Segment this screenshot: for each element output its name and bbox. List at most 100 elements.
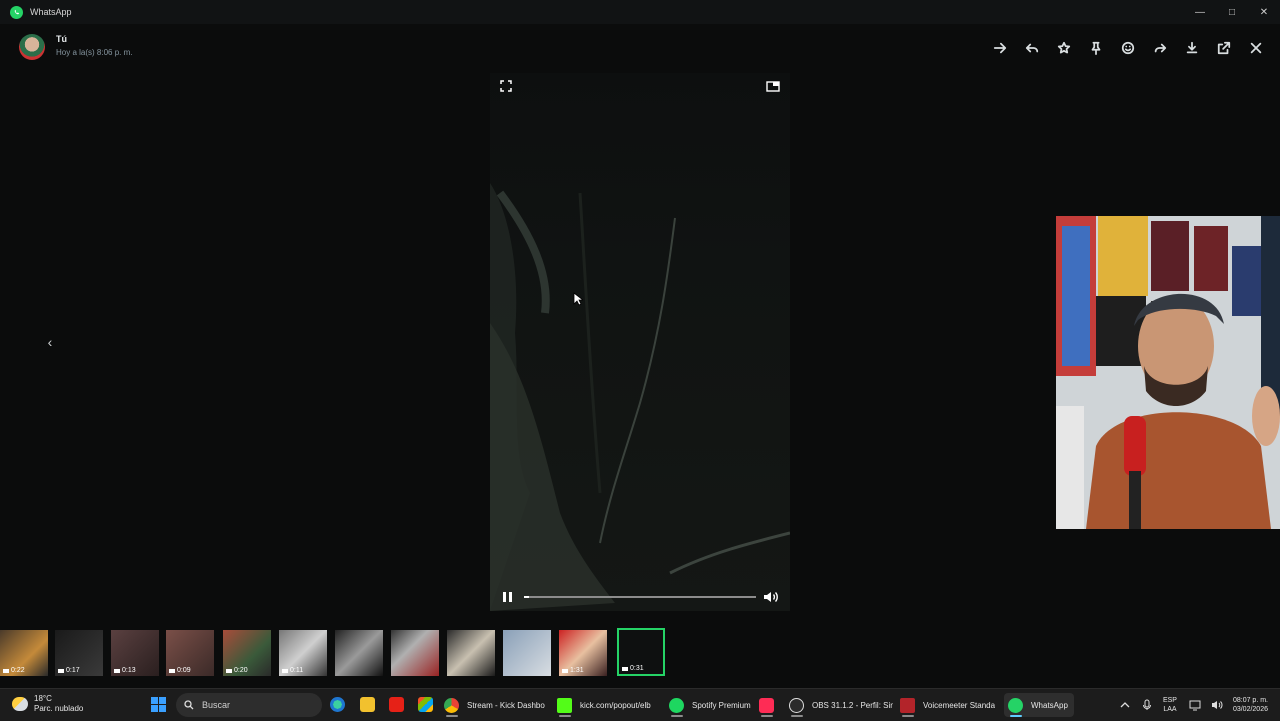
fullscreen-icon[interactable] bbox=[500, 80, 512, 92]
taskbar-search[interactable]: Buscar bbox=[176, 693, 322, 717]
window-titlebar: WhatsApp — □ ✕ bbox=[0, 0, 1280, 24]
windows-taskbar: 18°C Parc. nublado Buscar Stream - Kick … bbox=[0, 688, 1280, 721]
previous-media-button[interactable]: ‹ bbox=[40, 332, 60, 352]
start-button[interactable] bbox=[151, 697, 166, 712]
chevron-left-icon: ‹ bbox=[47, 334, 53, 350]
media-thumbnail[interactable]: 0:22 bbox=[0, 630, 48, 676]
media-thumbnail[interactable]: 0:09 bbox=[166, 630, 214, 676]
media-thumbnail[interactable] bbox=[391, 630, 439, 676]
taskbar-app-label: WhatsApp bbox=[1031, 700, 1068, 710]
minimize-button[interactable]: — bbox=[1184, 0, 1216, 24]
whatsapp-icon bbox=[1008, 697, 1023, 713]
reply-button[interactable] bbox=[1022, 38, 1042, 58]
media-thumbnail[interactable] bbox=[447, 630, 495, 676]
message-timestamp: Hoy a la(s) 8:06 p. m. bbox=[56, 48, 133, 57]
kick-icon bbox=[557, 697, 572, 713]
taskbar-app-voicemeeter[interactable]: Voicemeeter Standa bbox=[900, 693, 1000, 717]
media-thumbnail[interactable]: 0:17 bbox=[55, 630, 103, 676]
thumbnail-duration: 0:31 bbox=[622, 665, 644, 672]
media-thumbnail[interactable] bbox=[503, 630, 551, 676]
taskbar-app-chrome[interactable]: Stream - Kick Dashbo bbox=[444, 693, 552, 717]
microphone-icon[interactable] bbox=[1141, 699, 1153, 711]
network-icon[interactable] bbox=[1189, 699, 1201, 711]
avatar[interactable] bbox=[19, 34, 45, 60]
speaker-icon[interactable] bbox=[1211, 699, 1223, 711]
close-viewer-button[interactable] bbox=[1246, 38, 1266, 58]
media-thumbnail[interactable]: 0:31 bbox=[617, 628, 665, 676]
download-button[interactable] bbox=[1182, 38, 1202, 58]
thumbnail-duration-text: 0:17 bbox=[66, 667, 80, 674]
input-language[interactable]: ESP LAA bbox=[1163, 696, 1177, 714]
weather-widget[interactable]: 18°C Parc. nublado bbox=[12, 694, 83, 714]
partly-cloudy-icon bbox=[12, 697, 28, 711]
react-button[interactable] bbox=[1118, 38, 1138, 58]
video-camera-icon bbox=[622, 666, 628, 671]
chevron-up-icon[interactable] bbox=[1119, 699, 1131, 711]
chrome-icon bbox=[444, 697, 459, 713]
pause-button[interactable] bbox=[500, 590, 514, 604]
window-controls: — □ ✕ bbox=[1184, 0, 1280, 24]
media-thumbnail[interactable]: 1:31 bbox=[559, 630, 607, 676]
mouse-cursor-icon bbox=[573, 292, 583, 306]
video-frame bbox=[490, 183, 790, 611]
video-controls bbox=[490, 583, 790, 611]
star-button[interactable] bbox=[1054, 38, 1074, 58]
thumbnail-duration-text: 1:31 bbox=[570, 667, 584, 674]
thumbnail-duration-text: 0:13 bbox=[122, 667, 136, 674]
sender-name: Tú bbox=[56, 34, 67, 44]
video-camera-icon bbox=[169, 668, 175, 673]
thumbnail-duration: 1:31 bbox=[562, 667, 584, 674]
webcam-overlay bbox=[1056, 216, 1280, 529]
close-icon bbox=[1250, 42, 1262, 54]
taskbar-app-kick[interactable]: kick.com/popout/elb bbox=[557, 693, 661, 717]
search-placeholder: Buscar bbox=[202, 700, 231, 710]
arrow-right-icon bbox=[993, 42, 1007, 54]
thumbnail-duration: 0:09 bbox=[169, 667, 191, 674]
thumbnail-duration: 0:13 bbox=[114, 667, 136, 674]
store-icon[interactable] bbox=[418, 697, 433, 712]
taskbar-app-label: kick.com/popout/elb bbox=[580, 700, 651, 710]
video-player[interactable] bbox=[490, 73, 790, 611]
webcam-image bbox=[1056, 216, 1280, 529]
go-to-message-button[interactable] bbox=[990, 38, 1010, 58]
media-thumbnail-strip: 0:22 0:17 0:13 0:09 0:20 0:11 1:31 0:31 bbox=[0, 628, 1280, 678]
open-external-button[interactable] bbox=[1214, 38, 1234, 58]
thumbnail-duration-text: 0:11 bbox=[290, 667, 304, 674]
video-progress-bar[interactable] bbox=[524, 596, 756, 598]
video-camera-icon bbox=[3, 668, 9, 673]
youtube-icon[interactable] bbox=[389, 697, 404, 712]
taskbar-app-label: OBS 31.1.2 - Perfil: Sin bbox=[812, 700, 893, 710]
weather-temperature: 18°C bbox=[34, 694, 52, 703]
spotify-icon bbox=[669, 697, 684, 713]
keyboard-layout: LAA bbox=[1163, 706, 1177, 713]
weather-description: Parc. nublado bbox=[34, 704, 84, 713]
forward-icon bbox=[1154, 43, 1167, 53]
taskbar-clock[interactable]: 08:07 p. m. 03/02/2026 bbox=[1233, 696, 1268, 714]
taskbar-app-spotify[interactable]: Spotify Premium bbox=[669, 693, 757, 717]
taskbar-app-tiktok[interactable] bbox=[759, 693, 779, 717]
video-camera-icon bbox=[562, 668, 568, 673]
thumbnail-duration-text: 0:09 bbox=[177, 667, 191, 674]
file-explorer-icon[interactable] bbox=[360, 697, 375, 712]
taskbar-app-obs[interactable]: OBS 31.1.2 - Perfil: Sin bbox=[789, 693, 893, 717]
edge-icon[interactable] bbox=[330, 697, 345, 712]
reply-icon bbox=[1025, 43, 1039, 53]
maximize-button[interactable]: □ bbox=[1216, 0, 1248, 24]
volume-icon[interactable] bbox=[763, 590, 779, 604]
pin-button[interactable] bbox=[1086, 38, 1106, 58]
picture-in-picture-icon[interactable] bbox=[766, 80, 780, 92]
media-thumbnail[interactable]: 0:13 bbox=[111, 630, 159, 676]
media-thumbnail[interactable]: 0:11 bbox=[279, 630, 327, 676]
pin-icon bbox=[1091, 41, 1101, 55]
emoji-icon bbox=[1121, 41, 1135, 55]
clock-time: 08:07 p. m. bbox=[1232, 697, 1268, 704]
taskbar-app-label: Voicemeeter Standa bbox=[923, 700, 996, 710]
close-window-button[interactable]: ✕ bbox=[1248, 0, 1280, 24]
thumbnail-duration: 0:17 bbox=[58, 667, 80, 674]
media-thumbnail[interactable] bbox=[335, 630, 383, 676]
forward-button[interactable] bbox=[1150, 38, 1170, 58]
media-thumbnail[interactable]: 0:20 bbox=[223, 630, 271, 676]
taskbar-app-whatsapp[interactable]: WhatsApp bbox=[1004, 693, 1074, 717]
thumbnail-duration-text: 0:31 bbox=[630, 665, 644, 672]
open-external-icon bbox=[1217, 41, 1231, 55]
